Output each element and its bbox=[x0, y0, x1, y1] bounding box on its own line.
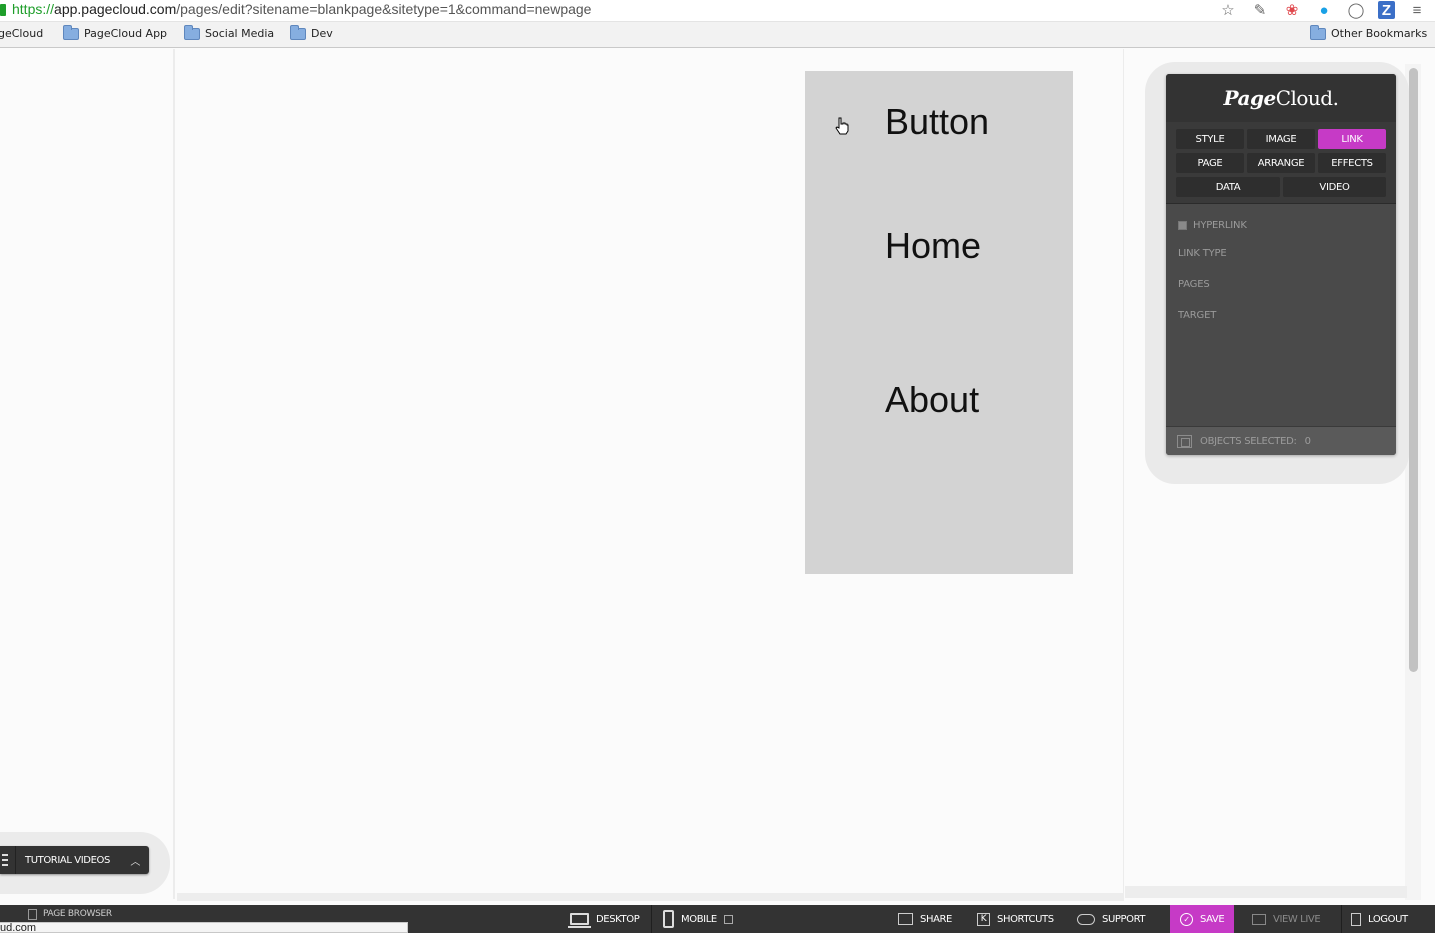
toolbar-separator bbox=[1341, 905, 1342, 933]
menu-item-home[interactable]: Home bbox=[885, 225, 981, 267]
mobile-button[interactable]: MOBILE bbox=[663, 905, 733, 933]
mobile-icon bbox=[663, 910, 674, 928]
bookmarks-bar: geCloud PageCloud App Social Media Dev O… bbox=[0, 22, 1435, 48]
tutorial-videos-label: TUTORIAL VIDEOS bbox=[25, 854, 110, 866]
status-url-bubble: ud.com bbox=[0, 922, 408, 933]
tab-style[interactable]: STYLE bbox=[1176, 129, 1244, 149]
tab-data[interactable]: DATA bbox=[1176, 177, 1280, 197]
asana-icon[interactable]: ❀ bbox=[1282, 1, 1302, 19]
canvas-bottom-edge bbox=[177, 893, 1124, 901]
save-button[interactable]: ✓ SAVE bbox=[1170, 905, 1235, 933]
zotero-icon[interactable]: Z bbox=[1378, 1, 1395, 19]
hand-cursor-icon bbox=[835, 117, 849, 135]
tab-arrange[interactable]: ARRANGE bbox=[1247, 153, 1315, 173]
link-type-label: LINK TYPE bbox=[1178, 248, 1227, 259]
right-bottom-edge bbox=[1125, 886, 1407, 898]
secure-lock-icon bbox=[0, 4, 6, 16]
url-scheme: https:// bbox=[12, 1, 55, 17]
selection-icon bbox=[1177, 434, 1192, 448]
url-text[interactable]: https://app.pagecloud.com/pages/edit?sit… bbox=[12, 1, 591, 17]
objects-selected-count: 0 bbox=[1304, 435, 1311, 447]
keyboard-icon: K bbox=[977, 912, 990, 926]
panel-tabs: STYLE IMAGE LINK PAGE ARRANGE EFFECTS DA… bbox=[1166, 122, 1396, 204]
menu-item-button[interactable]: Button bbox=[885, 101, 989, 143]
page-icon bbox=[28, 908, 37, 920]
share-button[interactable]: SHARE bbox=[898, 905, 952, 933]
support-button[interactable]: SUPPORT bbox=[1077, 905, 1146, 933]
desktop-icon bbox=[568, 913, 591, 928]
browser-extensions: ☆ ✎ ❀ ● ◯ Z ≡ bbox=[1218, 0, 1427, 20]
scrollbar-thumb[interactable] bbox=[1409, 68, 1418, 672]
target-label: TARGET bbox=[1178, 310, 1217, 321]
window-icon bbox=[1252, 913, 1266, 925]
chevron-up-icon: ︿ bbox=[130, 856, 140, 868]
folder-icon bbox=[290, 24, 306, 40]
url-host: app.pagecloud.com bbox=[54, 1, 177, 17]
tab-image[interactable]: IMAGE bbox=[1247, 129, 1315, 149]
menu-block[interactable] bbox=[805, 71, 1073, 574]
address-bar[interactable]: https://app.pagecloud.com/pages/edit?sit… bbox=[0, 0, 1435, 22]
menu-item-about[interactable]: About bbox=[885, 379, 979, 421]
tab-video[interactable]: VIDEO bbox=[1283, 177, 1386, 197]
tab-page[interactable]: PAGE bbox=[1176, 153, 1244, 173]
droplet-icon[interactable]: ● bbox=[1314, 1, 1334, 19]
logout-icon bbox=[1351, 912, 1361, 926]
bookmark-star-icon[interactable]: ☆ bbox=[1218, 1, 1238, 19]
bookmark-dev[interactable]: Dev bbox=[290, 24, 333, 40]
properties-panel: PageCloud. STYLE IMAGE LINK PAGE ARRANGE… bbox=[1166, 74, 1396, 455]
check-icon: ✓ bbox=[1180, 912, 1193, 926]
view-live-button[interactable]: VIEW LIVE bbox=[1252, 905, 1321, 933]
folder-icon bbox=[63, 24, 79, 40]
browser-menu-icon[interactable]: ≡ bbox=[1407, 1, 1427, 19]
tutorial-videos-button[interactable]: TUTORIAL VIDEOS ︿ bbox=[0, 846, 149, 874]
objects-selected-bar: OBJECTS SELECTED: 0 bbox=[1166, 426, 1396, 455]
bookmark-other[interactable]: Other Bookmarks bbox=[1310, 24, 1427, 40]
pages-label: PAGES bbox=[1178, 279, 1210, 290]
bookmark-social-media[interactable]: Social Media bbox=[184, 24, 274, 40]
tab-link[interactable]: LINK bbox=[1318, 129, 1386, 149]
shortcuts-button[interactable]: K SHORTCUTS bbox=[977, 905, 1054, 933]
page-browser-button[interactable]: PAGE BROWSER bbox=[28, 905, 112, 923]
folder-icon bbox=[184, 24, 200, 40]
hyperlink-field[interactable]: HYPERLINK bbox=[1178, 220, 1247, 231]
objects-selected-label: OBJECTS SELECTED: bbox=[1200, 435, 1297, 447]
bookmark-pagecloud[interactable]: geCloud bbox=[0, 27, 43, 40]
left-gutter bbox=[0, 49, 175, 899]
toolbar-separator bbox=[651, 905, 652, 933]
panel-header: PageCloud. bbox=[1166, 74, 1396, 122]
eyedropper-icon[interactable]: ✎ bbox=[1250, 1, 1270, 19]
folder-icon bbox=[1310, 24, 1326, 40]
logout-button[interactable]: LOGOUT bbox=[1351, 905, 1408, 933]
desktop-button[interactable]: DESKTOP bbox=[564, 905, 640, 933]
ghostery-icon[interactable]: ◯ bbox=[1346, 1, 1366, 19]
hyperlink-checkbox[interactable] bbox=[1178, 221, 1187, 230]
list-icon bbox=[0, 846, 16, 874]
bookmark-pagecloud-app[interactable]: PageCloud App bbox=[63, 24, 167, 40]
mobile-toggle-checkbox[interactable] bbox=[723, 914, 733, 924]
chat-icon bbox=[1077, 913, 1095, 925]
tab-effects[interactable]: EFFECTS bbox=[1318, 153, 1386, 173]
share-icon bbox=[898, 913, 913, 925]
pagecloud-logo: PageCloud. bbox=[1223, 86, 1339, 110]
url-path: /pages/edit?sitename=blankpage&sitetype=… bbox=[176, 1, 592, 17]
